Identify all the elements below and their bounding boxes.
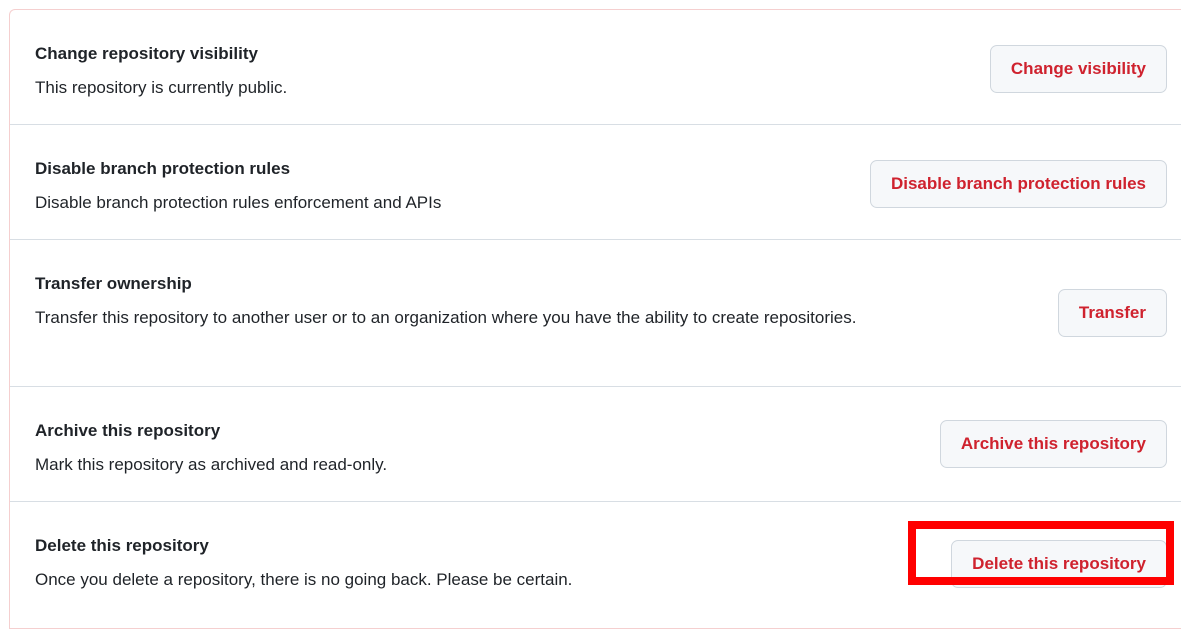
archive-description: Mark this repository as archived and rea… [35,455,388,474]
branch-protection-title: Disable branch protection rules [35,159,291,178]
transfer-description: Transfer this repository to another user… [35,308,857,327]
danger-zone-item-visibility: Change repository visibility This reposi… [10,10,1181,125]
delete-repository-button[interactable]: Delete this repository [951,540,1167,588]
delete-title: Delete this repository [35,536,209,555]
change-visibility-button[interactable]: Change visibility [989,45,1167,93]
danger-zone-item-delete: Delete this repository Once you delete a… [10,502,1181,622]
danger-zone-item-archive: Archive this repository Mark this reposi… [10,387,1181,502]
archive-title: Archive this repository [35,421,221,440]
delete-description: Once you delete a repository, there is n… [35,570,573,589]
visibility-title: Change repository visibility [35,44,258,63]
visibility-description: This repository is currently public. [35,78,288,97]
archive-repository-button[interactable]: Archive this repository [939,420,1167,468]
danger-zone-item-branch-protection: Disable branch protection rules Disable … [10,125,1181,240]
transfer-title: Transfer ownership [35,274,192,293]
branch-protection-description: Disable branch protection rules enforcem… [35,193,442,212]
danger-zone-item-transfer: Transfer ownership Transfer this reposit… [10,240,1181,387]
transfer-button[interactable]: Transfer [1057,289,1167,337]
danger-zone-panel: Change repository visibility This reposi… [9,9,1181,629]
disable-branch-protection-button[interactable]: Disable branch protection rules [869,160,1167,208]
